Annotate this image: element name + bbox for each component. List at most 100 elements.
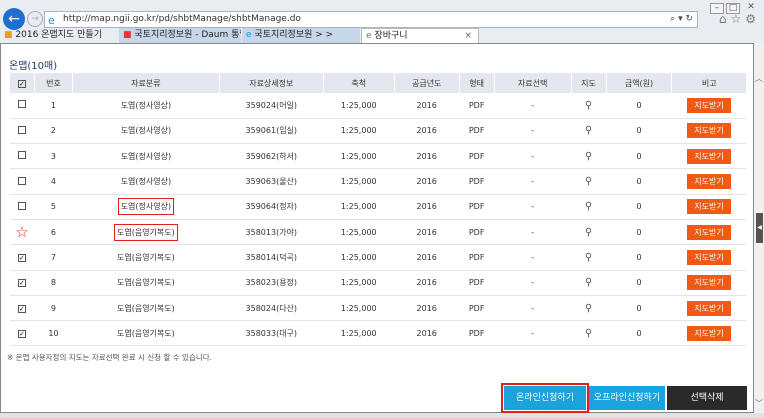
row-checkbox[interactable] (17, 201, 26, 210)
address-bar[interactable]: e http://map.ngii.go.kr/pd/shbtManage/sh… (44, 11, 698, 28)
forward-button[interactable]: → (27, 11, 43, 27)
row-category: 도엽(정사영상) (120, 126, 172, 136)
map-preview-icon[interactable]: ⚲ (585, 328, 592, 339)
delete-selected-button[interactable]: 선택삭제 (667, 386, 747, 410)
map-preview-icon[interactable]: ⚲ (585, 176, 592, 187)
row-scale: 1:25,000 (323, 143, 395, 170)
row-scale: 1:25,000 (323, 320, 395, 347)
row-checkbox[interactable] (17, 176, 26, 185)
row-price: 0 (606, 93, 672, 119)
map-preview-icon[interactable]: ⚲ (585, 100, 592, 111)
notice-text: ※ 온맵 사용자정의 지도는 자료선택 완료 시 신청 할 수 있습니다. (7, 353, 213, 362)
row-format: PDF (459, 270, 495, 296)
row-year: 2016 (394, 168, 460, 195)
row-detail: 358023(용정) (219, 270, 324, 296)
map-preview-icon[interactable]: ⚲ (585, 201, 592, 212)
row-no: 2 (34, 118, 73, 145)
row-price: 0 (606, 295, 672, 322)
map-preview-icon[interactable]: ⚲ (585, 125, 592, 136)
row-checkbox[interactable]: ✓ (17, 253, 26, 262)
col-price: 금액(원) (605, 73, 672, 93)
row-category: 도엽(정사영상) (120, 151, 172, 161)
row-format: PDF (459, 118, 495, 145)
row-year: 2016 (394, 194, 460, 220)
section-title: 온맵(10매) (9, 61, 58, 72)
tab-ngii[interactable]: e 국토지리정보원 > > (242, 28, 360, 43)
col-map: 지도 (570, 73, 607, 93)
download-map-button[interactable]: 지도받기 (687, 199, 731, 215)
row-selection: - (494, 295, 572, 322)
row-scale: 1:25,000 (323, 118, 395, 145)
vertical-scrollbar[interactable]: ︿ ◀ ﹀ (754, 43, 764, 413)
row-format: PDF (459, 295, 495, 322)
table-row: ✓ 8 도엽(음영기복도) 358023(용정) 1:25,000 2016 PDF - ⚲ 0 지… (9, 270, 746, 296)
download-map-button[interactable]: 지도받기 (687, 123, 731, 139)
download-map-button[interactable]: 지도받기 (687, 97, 731, 113)
browser-chrome: ← → e http://map.ngii.go.kr/pd/shbtManag… (0, 0, 764, 43)
row-category: 도엽(음영기복도) (114, 223, 178, 241)
map-preview-icon[interactable]: ⚲ (585, 277, 592, 288)
row-checkbox[interactable] (17, 100, 26, 109)
tab-daum[interactable]: ■ 국토지리정보원 - Daum 통합 ... (119, 28, 241, 43)
scroll-down-icon[interactable]: ﹀ (755, 398, 763, 409)
table-row: ✓ 10 도엽(음영기복도) 358033(대구) 1:25,000 2016 PDF - ⚲ 0… (9, 320, 746, 347)
row-category: 도엽(음영기복도) (117, 328, 175, 338)
row-price: 0 (606, 168, 672, 195)
map-preview-icon[interactable]: ⚲ (585, 227, 592, 238)
row-year: 2016 (394, 244, 460, 271)
row-year: 2016 (394, 270, 460, 296)
row-no: 8 (34, 270, 73, 296)
download-map-button[interactable]: 지도받기 (687, 249, 731, 265)
row-selection: - (494, 93, 572, 119)
row-detail: 359062(하서) (219, 143, 324, 170)
back-button[interactable]: ← (3, 8, 25, 30)
offline-apply-button[interactable]: 오프라인신청하기 (589, 386, 665, 410)
row-format: PDF (459, 244, 495, 271)
row-detail: 358013(가야) (219, 219, 324, 246)
download-map-button[interactable]: 지도받기 (687, 174, 731, 190)
col-note: 비고 (671, 73, 746, 93)
download-map-button[interactable]: 지도받기 (687, 325, 731, 341)
row-selection: - (494, 320, 572, 347)
row-year: 2016 (394, 320, 460, 347)
row-selection: - (494, 168, 572, 195)
row-category: 도엽(정사영상) (120, 177, 172, 187)
row-format: PDF (459, 143, 495, 170)
table-row: ☆ 6 도엽(음영기복도) 358013(가야) 1:25,000 2016 PDF - ⚲ 0 지… (9, 219, 746, 246)
side-handle[interactable]: ◀ (756, 213, 763, 243)
map-preview-icon[interactable]: ⚲ (585, 252, 592, 263)
row-checkbox[interactable] (17, 151, 26, 160)
row-no: 5 (34, 194, 73, 220)
online-apply-button[interactable]: 온라인신청하기 (501, 383, 589, 413)
row-checkbox[interactable]: ✓ (17, 304, 26, 313)
map-preview-icon[interactable]: ⚲ (585, 151, 592, 162)
download-map-button[interactable]: 지도받기 (687, 300, 731, 316)
home-star-gear-icons[interactable]: ⌂☆⚙ (719, 12, 760, 26)
row-category: 도엽(음영기복도) (117, 278, 175, 288)
download-map-button[interactable]: 지도받기 (687, 224, 731, 240)
row-checkbox[interactable] (17, 125, 26, 134)
tab-onmap[interactable]: ■ 2016 온맵지도 만들기 (0, 28, 118, 43)
row-price: 0 (606, 194, 672, 220)
table-row: 1 도엽(정사영상) 359024(어일) 1:25,000 2016 PDF - ⚲ 0 지도받… (9, 93, 746, 119)
table-row: 2 도엽(정사영상) 359061(입실) 1:25,000 2016 PDF - ⚲ 0 지도받… (9, 118, 746, 145)
row-price: 0 (606, 270, 672, 296)
tab-cart[interactable]: e 장바구니 × (361, 28, 479, 43)
map-preview-icon[interactable]: ⚲ (585, 303, 592, 314)
row-checkbox[interactable]: ✓ (17, 329, 26, 338)
row-scale: 1:25,000 (323, 93, 395, 119)
row-year: 2016 (394, 143, 460, 170)
search-refresh-icon[interactable]: ⌕ ▾ ↻ (670, 12, 693, 27)
row-format: PDF (459, 93, 495, 119)
row-checkbox[interactable]: ✓ (17, 279, 26, 288)
download-map-button[interactable]: 지도받기 (687, 275, 731, 291)
scroll-up-icon[interactable]: ︿ (755, 73, 763, 84)
download-map-button[interactable]: 지도받기 (687, 148, 731, 164)
row-detail: 358033(대구) (219, 320, 324, 347)
select-all-checkbox[interactable]: ✓ (9, 73, 35, 93)
row-no: 9 (34, 295, 73, 322)
row-price: 0 (606, 244, 672, 271)
row-category: 도엽(정사영상) (117, 198, 175, 216)
star-marker-icon[interactable]: ☆ (15, 223, 28, 241)
close-tab-icon[interactable]: × (464, 29, 472, 43)
